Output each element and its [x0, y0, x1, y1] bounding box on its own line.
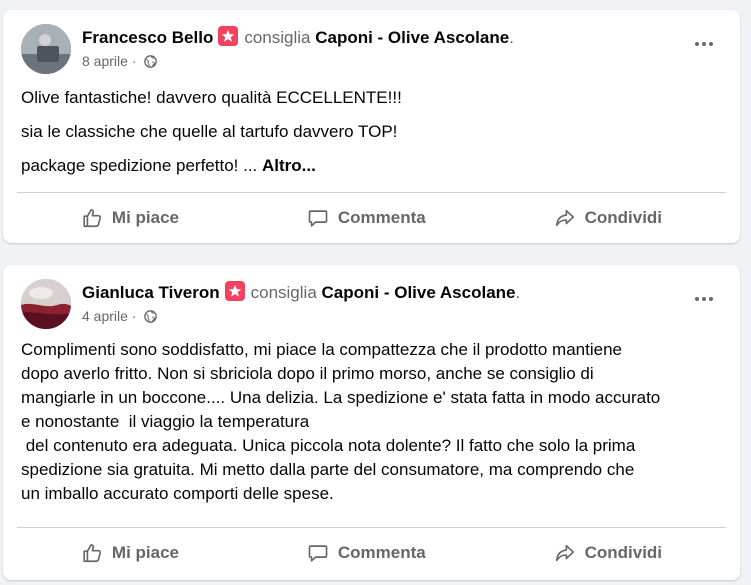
globe-icon	[144, 310, 158, 323]
share-label: Condividi	[584, 543, 663, 562]
post-text-line: Complimenti sono soddisfatto, mi piace l…	[21, 340, 622, 359]
see-more-link[interactable]: Altro...	[262, 156, 316, 175]
post-text: Complimenti sono soddisfatto, mi piace l…	[21, 338, 726, 506]
post-text-line: package spedizione perfetto! ... Altro..…	[21, 156, 316, 175]
like-button[interactable]: Mi piace	[71, 536, 189, 570]
post-text-line: e nonostante il viaggio la temperatura	[21, 412, 310, 431]
post-card: Francesco Bello consiglia Caponi - Olive …	[3, 10, 740, 243]
post-text-line: Olive fantastiche! davvero qualità ECCEL…	[21, 88, 402, 107]
recommend-verb: consiglia	[250, 283, 317, 302]
recommend-star-icon	[218, 26, 239, 46]
post-text-line: spedizione sia gratuita. Mi metto dalla …	[21, 460, 635, 479]
date-separator: ·	[131, 308, 137, 324]
recommend-star-icon	[224, 281, 245, 301]
share-button[interactable]: Condividi	[544, 201, 672, 235]
comment-button[interactable]: Commenta	[297, 536, 436, 570]
post-meta: 8 aprile ·	[82, 52, 158, 70]
more-options-icon[interactable]	[690, 34, 718, 54]
comment-label: Commenta	[337, 543, 426, 562]
divider	[17, 527, 726, 528]
avatar[interactable]	[21, 279, 71, 329]
share-button[interactable]: Condividi	[544, 536, 672, 570]
thumbs-up-icon	[83, 544, 101, 563]
thumbs-up-icon	[83, 209, 101, 228]
post-meta: 4 aprile ·	[82, 307, 158, 325]
like-label: Mi piace	[111, 208, 180, 227]
avatar[interactable]	[21, 24, 71, 74]
post-date[interactable]: 4 aprile	[82, 308, 128, 324]
like-button[interactable]: Mi piace	[71, 201, 189, 235]
share-label: Condividi	[584, 208, 663, 227]
post-text-line: dopo averlo fritto. Non si sbriciola dop…	[21, 364, 594, 383]
post-text-line: un imballo accurato comporti delle spese…	[21, 484, 334, 503]
post-header: Francesco Bello consiglia Caponi - Olive …	[82, 26, 514, 47]
comment-bubble-icon	[308, 210, 328, 227]
action-bar: Mi piace Commenta Condividi	[17, 534, 726, 572]
share-arrow-icon	[555, 544, 574, 562]
recommend-verb: consiglia	[244, 28, 311, 47]
post-text-line: sia le classiche che quelle al tartufo d…	[21, 122, 398, 141]
action-bar: Mi piace Commenta Condividi	[17, 199, 726, 237]
date-separator: ·	[131, 53, 137, 69]
comment-button[interactable]: Commenta	[297, 201, 436, 235]
like-label: Mi piace	[111, 543, 180, 562]
post-header: Gianluca Tiveron consiglia Caponi - Olive…	[82, 281, 521, 302]
author-name[interactable]: Francesco Bello	[82, 28, 213, 47]
more-options-icon[interactable]	[690, 289, 718, 309]
post-card: Gianluca Tiveron consiglia Caponi - Olive…	[3, 265, 740, 580]
post-date[interactable]: 8 aprile	[82, 53, 128, 69]
comment-bubble-icon	[308, 545, 328, 562]
post-text-line: mangiarle in un boccone.... Una delizia.…	[21, 388, 661, 407]
divider	[17, 192, 726, 193]
author-name[interactable]: Gianluca Tiveron	[82, 283, 220, 302]
page-name-link[interactable]: Caponi - Olive Ascolane	[322, 283, 516, 302]
globe-icon	[144, 55, 158, 68]
post-text-line: del contenuto era adeguata. Unica piccol…	[21, 436, 636, 455]
post-text: Olive fantastiche! davvero qualità ECCEL…	[21, 86, 726, 188]
comment-label: Commenta	[337, 208, 426, 227]
page-name-link[interactable]: Caponi - Olive Ascolane	[315, 28, 509, 47]
share-arrow-icon	[555, 209, 574, 227]
